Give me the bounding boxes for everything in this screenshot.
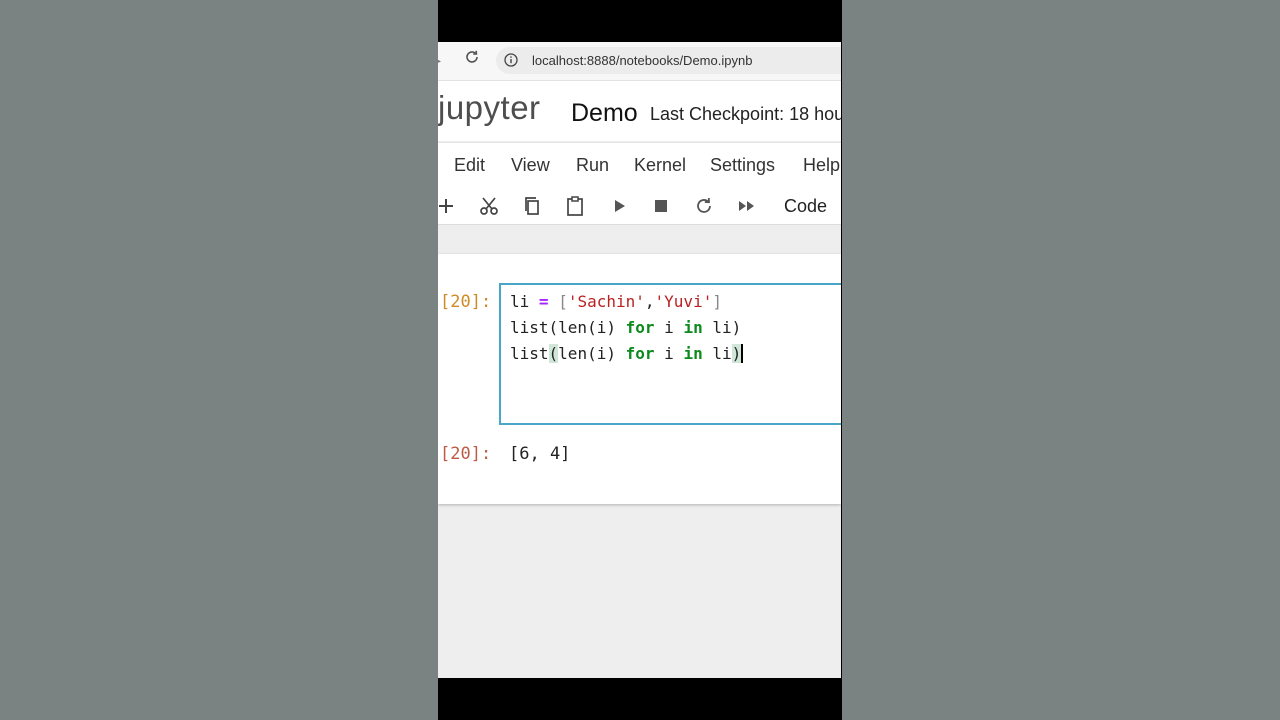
address-bar[interactable]: localhost:8888/notebooks/Demo.ipynb [496,47,841,74]
code-token: = [538,292,549,311]
code-token: , [644,292,655,311]
phone-frame: ▸ localhost:8888/notebooks/Demo.ipynb [438,0,842,720]
code-line-2: list(len(i) for i in li) [510,318,741,337]
background-left [0,0,438,720]
matched-bracket: ) [731,344,742,363]
jupyter-header: jupyter Demo Last Checkpoint: 18 hou [438,81,841,141]
browser-bar: ▸ localhost:8888/notebooks/Demo.ipynb [438,42,841,81]
code-token: li) [712,318,742,337]
site-info-icon[interactable] [504,53,518,67]
code-token: li [712,344,732,363]
paste-icon[interactable] [564,195,586,217]
cell-type-select[interactable]: Code [784,196,827,217]
reload-icon[interactable] [464,49,480,65]
code-token: i [664,318,674,337]
code-line-1: li = ['Sachin','Yuvi'] [510,292,722,311]
menu-kernel[interactable]: Kernel [634,155,686,176]
cell-output: [6, 4] [509,444,571,464]
code-token: in [683,318,703,337]
code-token: in [683,344,703,363]
add-cell-icon[interactable] [438,195,457,217]
menu-help[interactable]: Help [803,155,840,176]
code-token: len(i) [558,344,616,363]
input-prompt: [20]: [440,292,492,312]
last-checkpoint-text: Last Checkpoint: 18 hou [650,104,841,124]
notebook-toolbar: Code [438,188,841,225]
run-icon[interactable] [608,195,630,217]
code-token: for [625,318,655,337]
code-token: 'Sachin' [567,292,645,311]
cut-icon[interactable] [478,195,500,217]
code-token: li [510,292,530,311]
back-arrow-icon[interactable]: ▸ [438,52,441,69]
code-token: for [625,344,655,363]
jupyter-logo[interactable]: jupyter [438,89,541,127]
code-token: ] [712,292,722,311]
code-cell-editor[interactable]: li = ['Sachin','Yuvi'] list(len(i) for i… [499,283,841,425]
code-line-3: list(len(i) for i in li) [510,344,744,363]
menu-run[interactable]: Run [576,155,609,176]
code-token: i [664,344,674,363]
stop-icon[interactable] [650,195,672,217]
code-token: [ [558,292,568,311]
fast-forward-icon[interactable] [736,195,758,217]
menu-view[interactable]: View [511,155,550,176]
matched-bracket: ( [548,344,559,363]
menu-edit[interactable]: Edit [454,155,485,176]
notebook-panel: [20]: li = ['Sachin','Yuvi'] list(len(i)… [438,254,841,504]
menu-settings[interactable]: Settings [710,155,775,176]
url-text[interactable]: localhost:8888/notebooks/Demo.ipynb [532,53,752,68]
output-prompt: [20]: [440,444,492,464]
notebook-title[interactable]: Demo [571,99,638,128]
code-token: list [510,344,549,363]
browser-screen: ▸ localhost:8888/notebooks/Demo.ipynb [438,42,841,678]
restart-icon[interactable] [693,195,715,217]
code-token: 'Yuvi' [654,292,713,311]
copy-icon[interactable] [521,195,543,217]
background-right [842,0,1280,720]
menu-bar: Edit View Run Kernel Settings Help [438,142,841,189]
code-token: list(len(i) [510,318,616,337]
text-cursor [741,344,744,363]
